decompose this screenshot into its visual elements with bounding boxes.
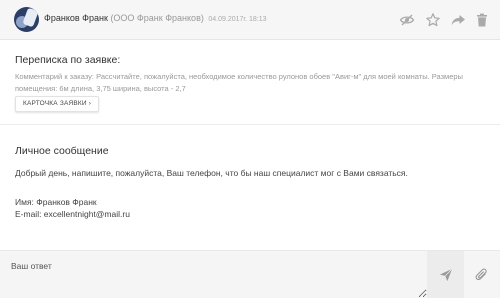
- forward-icon[interactable]: [450, 12, 466, 28]
- request-section: Переписка по заявке: Комментарий к заказ…: [0, 41, 500, 125]
- message-date: 04.09.2017г. 18:13: [208, 16, 267, 23]
- send-icon: [439, 268, 452, 281]
- contact-email: E-mail: excellentnight@mail.ru: [15, 209, 130, 219]
- trash-icon[interactable]: [474, 12, 490, 28]
- sender-name[interactable]: Франков Франк: [44, 13, 108, 23]
- message-header: Франков Франк (ООО Франк Франков) 04.09.…: [0, 0, 500, 40]
- request-section-title: Переписка по заявке:: [15, 54, 121, 66]
- paperclip-icon: [475, 267, 487, 280]
- request-comment: Комментарий к заказу: Рассчитайте, пожал…: [15, 72, 463, 93]
- attach-button[interactable]: [464, 251, 500, 298]
- eye-off-icon[interactable]: [399, 12, 415, 28]
- reply-input[interactable]: [0, 251, 427, 298]
- personal-message-title: Личное сообщение: [15, 145, 109, 157]
- sender-info: Франков Франк (ООО Франк Франков) 04.09.…: [44, 13, 267, 23]
- avatar[interactable]: [14, 7, 39, 32]
- request-card-button[interactable]: КАРТОЧКА ЗАЯВКИ ›: [15, 96, 100, 112]
- message-body: Добрый день, напишите, пожалуйста, Ваш т…: [15, 168, 408, 178]
- sender-org: (ООО Франк Франков): [110, 13, 204, 23]
- star-icon[interactable]: [425, 12, 441, 28]
- reply-bar: [0, 250, 500, 298]
- contact-name: Имя: Франков Франк: [15, 197, 97, 207]
- send-button[interactable]: [427, 251, 464, 298]
